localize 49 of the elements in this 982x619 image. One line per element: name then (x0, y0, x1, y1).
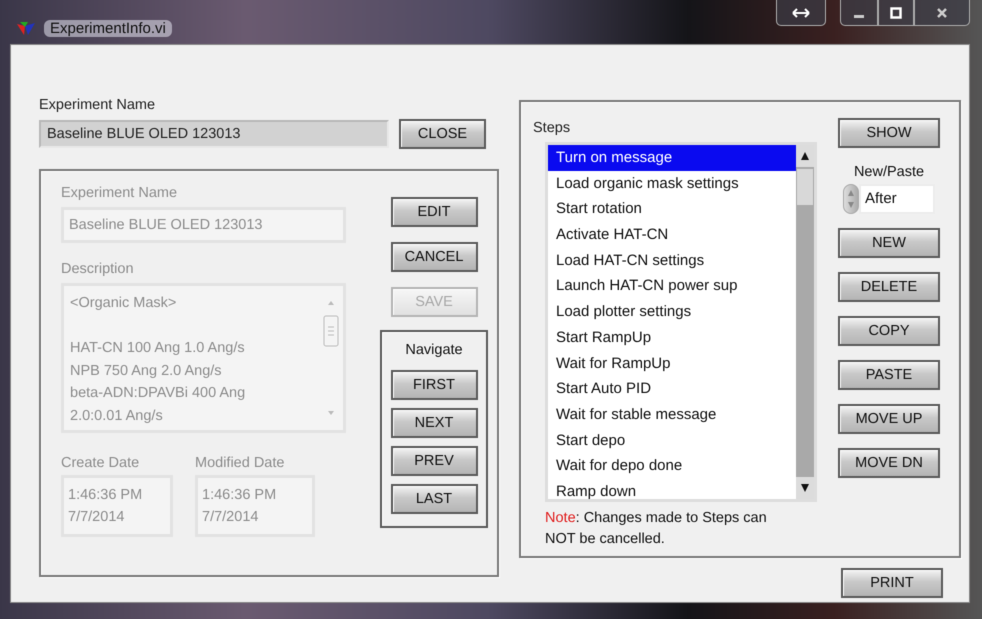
list-item[interactable]: Turn on message (548, 145, 796, 171)
date-field: 1:46:36 PM 7/7/2014 (195, 475, 315, 537)
step-button[interactable]: PASTE (838, 360, 940, 390)
list-item[interactable]: Start RampUp (548, 324, 796, 350)
field-label: Experiment Name (61, 184, 178, 203)
print-button[interactable]: PRINT (841, 568, 943, 598)
maximize-icon (890, 6, 902, 18)
step-button[interactable]: DELETE (838, 272, 940, 302)
list-item[interactable]: Activate HAT-CN (548, 222, 796, 248)
step-button[interactable]: COPY (838, 316, 940, 346)
window-title: ExperimentInfo.vi (44, 20, 172, 37)
close-button[interactable] (914, 0, 970, 26)
field-label: Experiment Name (39, 96, 156, 115)
list-item[interactable]: Start rotation (548, 196, 796, 222)
list-item[interactable]: Wait for stable message (548, 402, 796, 428)
date-field: 1:46:36 PM 7/7/2014 (61, 475, 173, 537)
field-label: Steps (533, 119, 572, 138)
minimize-button[interactable] (840, 0, 878, 26)
list-item[interactable]: Wait for RampUp (548, 350, 796, 376)
step-button[interactable]: SHOW (838, 118, 940, 148)
step-button[interactable]: NEW (838, 228, 940, 258)
maximize-button[interactable] (878, 0, 914, 26)
list-item[interactable]: Load HAT-CN settings (548, 248, 796, 274)
ring-field[interactable]: After (859, 184, 935, 214)
list-item[interactable]: Start Auto PID (548, 376, 796, 402)
list-item[interactable]: Load plotter settings (548, 299, 796, 325)
list-item[interactable]: Start depo (548, 428, 796, 454)
double-arrow-icon (791, 6, 811, 18)
panel-title: Navigate (405, 342, 463, 358)
field-label: Description (61, 260, 135, 279)
step-button[interactable]: MOVE UP (838, 404, 940, 434)
resize-button[interactable] (776, 0, 826, 26)
list-item[interactable]: Load organic mask settings (548, 170, 796, 196)
name-field[interactable]: Baseline BLUE OLED 123013 (39, 120, 389, 148)
description-text: <Organic Mask> HAT-CN 100 Ang 1.0 Ang/s NPB 750 Ang 2.0 Ang/s beta-ADN:DPAVBi 400 Ang 2.0:0.01 Ang/s (70, 294, 246, 426)
steps-list[interactable] (545, 142, 817, 502)
list-item[interactable]: Wait for depo done (548, 453, 796, 479)
app-icon (16, 20, 36, 36)
spinner-button[interactable] (843, 184, 859, 214)
close-dialog-button[interactable]: CLOSE (399, 119, 486, 149)
field-label: Create Date (61, 454, 140, 473)
close-icon (936, 6, 948, 18)
step-button[interactable]: MOVE DN (838, 448, 940, 478)
field-label: Modified Date (195, 454, 286, 473)
note-text: Note: Changes made to Steps can NOT be cancelled. (545, 509, 768, 549)
minimize-icon (854, 15, 864, 18)
list-item[interactable]: Ramp down (548, 478, 796, 499)
field-label: New/Paste (854, 164, 924, 180)
list-item[interactable]: Launch HAT-CN power sup (548, 273, 796, 300)
